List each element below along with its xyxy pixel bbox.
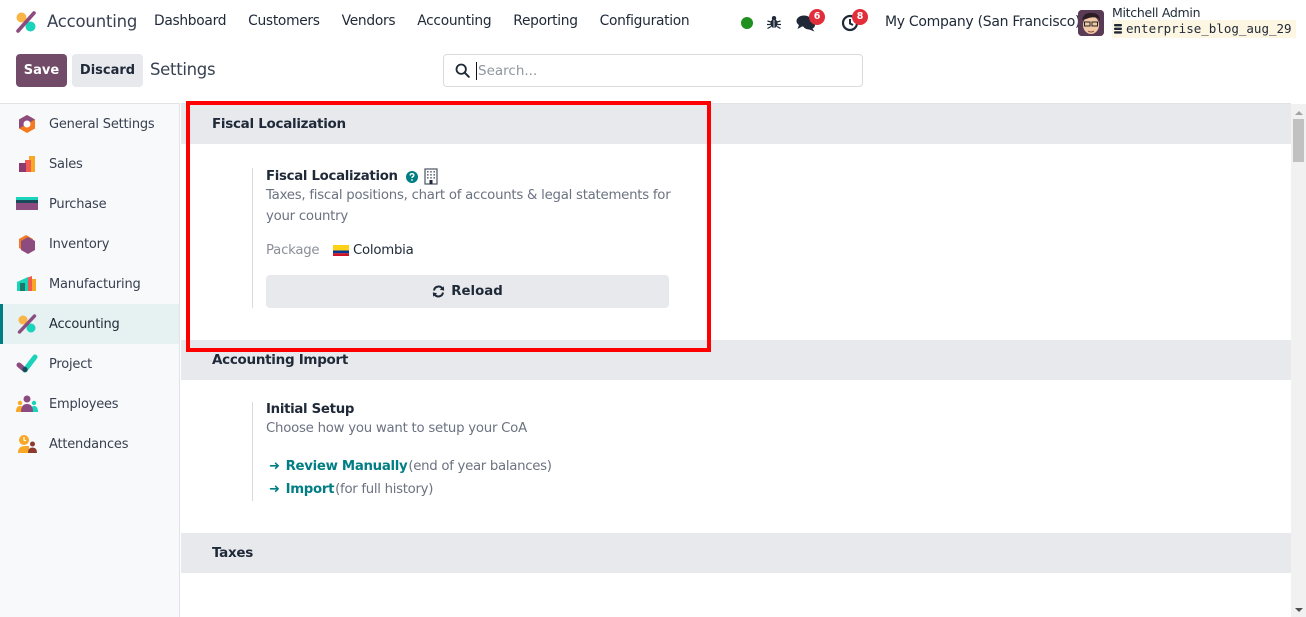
scroll-up-arrow-icon[interactable] (1295, 111, 1303, 115)
search-input[interactable] (476, 61, 862, 80)
avatar-image-icon (1078, 10, 1104, 36)
sidebar-item-label: Employees (49, 396, 119, 412)
review-manually-row: ➜ Review Manually (end of year balances) (269, 455, 1291, 478)
settings-app-sidebar: General Settings Sales Purchase Inventor… (0, 103, 180, 617)
discard-button[interactable]: Discard (72, 54, 143, 87)
setting-description: Choose how you want to setup your CoA (266, 421, 527, 436)
link-note: (end of year balances) (408, 459, 552, 474)
scroll-down-arrow-icon[interactable] (1295, 608, 1303, 612)
import-row: ➜ Import (for full history) (269, 478, 1291, 501)
attendances-icon (18, 435, 37, 453)
save-button[interactable]: Save (16, 54, 67, 87)
menu-customers[interactable]: Customers (237, 13, 331, 29)
inventory-icon (19, 235, 35, 254)
reload-label: Reload (451, 284, 503, 299)
sidebar-item-label: Project (49, 356, 93, 372)
company-switcher[interactable]: My Company (San Francisco) (885, 14, 1080, 30)
arrow-right-icon: ➜ (269, 459, 280, 474)
user-name[interactable]: Mitchell Admin (1112, 5, 1201, 20)
database-name-text: enterprise_blog_aug_29 (1126, 21, 1292, 36)
sidebar-item-accounting[interactable]: Accounting (0, 304, 179, 344)
search-icon (455, 63, 470, 78)
review-manually-link[interactable]: Review Manually (286, 459, 408, 474)
page-title: Settings (150, 60, 216, 79)
sidebar-item-label: General Settings (49, 116, 155, 132)
purchase-icon (16, 197, 38, 210)
arrow-right-icon: ➜ (269, 482, 280, 497)
activity-count-badge: 8 (852, 9, 868, 25)
manufacturing-icon (17, 276, 36, 291)
menu-accounting[interactable]: Accounting (406, 13, 502, 29)
menu-configuration[interactable]: Configuration (589, 13, 701, 29)
package-row: Package Colombia (266, 243, 1291, 258)
setting-title: Fiscal Localization (266, 168, 1291, 185)
accounting-icon (17, 314, 37, 334)
sidebar-item-label: Manufacturing (49, 276, 141, 292)
sidebar-item-sales[interactable]: Sales (0, 144, 179, 184)
accounting-app-icon[interactable] (15, 11, 37, 33)
initial-setup-setting: Initial Setup Choose how you want to set… (252, 402, 1291, 501)
employees-icon (16, 395, 38, 412)
search-bar[interactable] (443, 54, 863, 87)
sidebar-item-label: Accounting (49, 316, 120, 332)
sidebar-item-label: Purchase (49, 196, 107, 212)
messages-count-badge: 6 (809, 9, 825, 25)
sidebar-item-general-settings[interactable]: General Settings (0, 104, 179, 144)
presence-status-icon[interactable] (741, 17, 753, 29)
refresh-icon (433, 285, 445, 298)
top-navbar: Accounting Dashboard Customers Vendors A… (0, 0, 1306, 46)
debug-bug-icon[interactable] (766, 14, 782, 30)
fiscal-localization-setting: Fiscal Localization Taxes, fiscal positi… (252, 168, 1291, 308)
package-value: Colombia (353, 243, 414, 258)
sidebar-item-project[interactable]: Project (0, 344, 179, 384)
fiscal-localization-section: Fiscal Localization Fiscal Localization (181, 104, 1291, 340)
accounting-import-section: Accounting Import Initial Setup Choose h… (181, 340, 1291, 533)
setting-title-text: Fiscal Localization (266, 169, 398, 184)
database-icon (1114, 24, 1122, 34)
sidebar-item-inventory[interactable]: Inventory (0, 224, 179, 264)
sidebar-item-attendances[interactable]: Attendances (0, 424, 179, 464)
sidebar-item-purchase[interactable]: Purchase (0, 184, 179, 224)
menu-dashboard[interactable]: Dashboard (143, 13, 237, 29)
main-menu: Dashboard Customers Vendors Accounting R… (143, 13, 700, 29)
link-note: (for full history) (335, 482, 434, 497)
sidebar-item-label: Inventory (49, 236, 110, 252)
app-name[interactable]: Accounting (47, 12, 137, 31)
project-icon (16, 354, 38, 373)
colombia-flag-icon (333, 245, 349, 256)
sidebar-item-label: Sales (49, 156, 83, 172)
section-header: Accounting Import (181, 340, 1291, 380)
database-name: enterprise_blog_aug_29 (1112, 20, 1296, 38)
section-header: Fiscal Localization (181, 104, 1291, 144)
menu-reporting[interactable]: Reporting (502, 13, 588, 29)
scroll-thumb[interactable] (1293, 119, 1304, 162)
sidebar-item-employees[interactable]: Employees (0, 384, 179, 424)
sidebar-item-manufacturing[interactable]: Manufacturing (0, 264, 179, 304)
general-settings-icon (19, 115, 35, 133)
company-building-icon (424, 168, 438, 185)
sidebar-item-label: Attendances (49, 436, 129, 452)
package-label: Package (266, 243, 320, 258)
sales-icon (19, 156, 35, 172)
user-avatar[interactable] (1078, 10, 1104, 36)
taxes-section: Taxes (181, 533, 1291, 573)
menu-vendors[interactable]: Vendors (331, 13, 407, 29)
section-header: Taxes (181, 533, 1291, 573)
import-link[interactable]: Import (286, 482, 335, 497)
content-scrollbar[interactable] (1291, 104, 1306, 617)
help-question-icon[interactable] (405, 170, 418, 183)
setting-title: Initial Setup (266, 402, 355, 417)
reload-button[interactable]: Reload (266, 275, 669, 308)
setting-description: Taxes, fiscal positions, chart of accoun… (266, 188, 671, 224)
settings-content: Fiscal Localization Fiscal Localization (181, 103, 1291, 617)
